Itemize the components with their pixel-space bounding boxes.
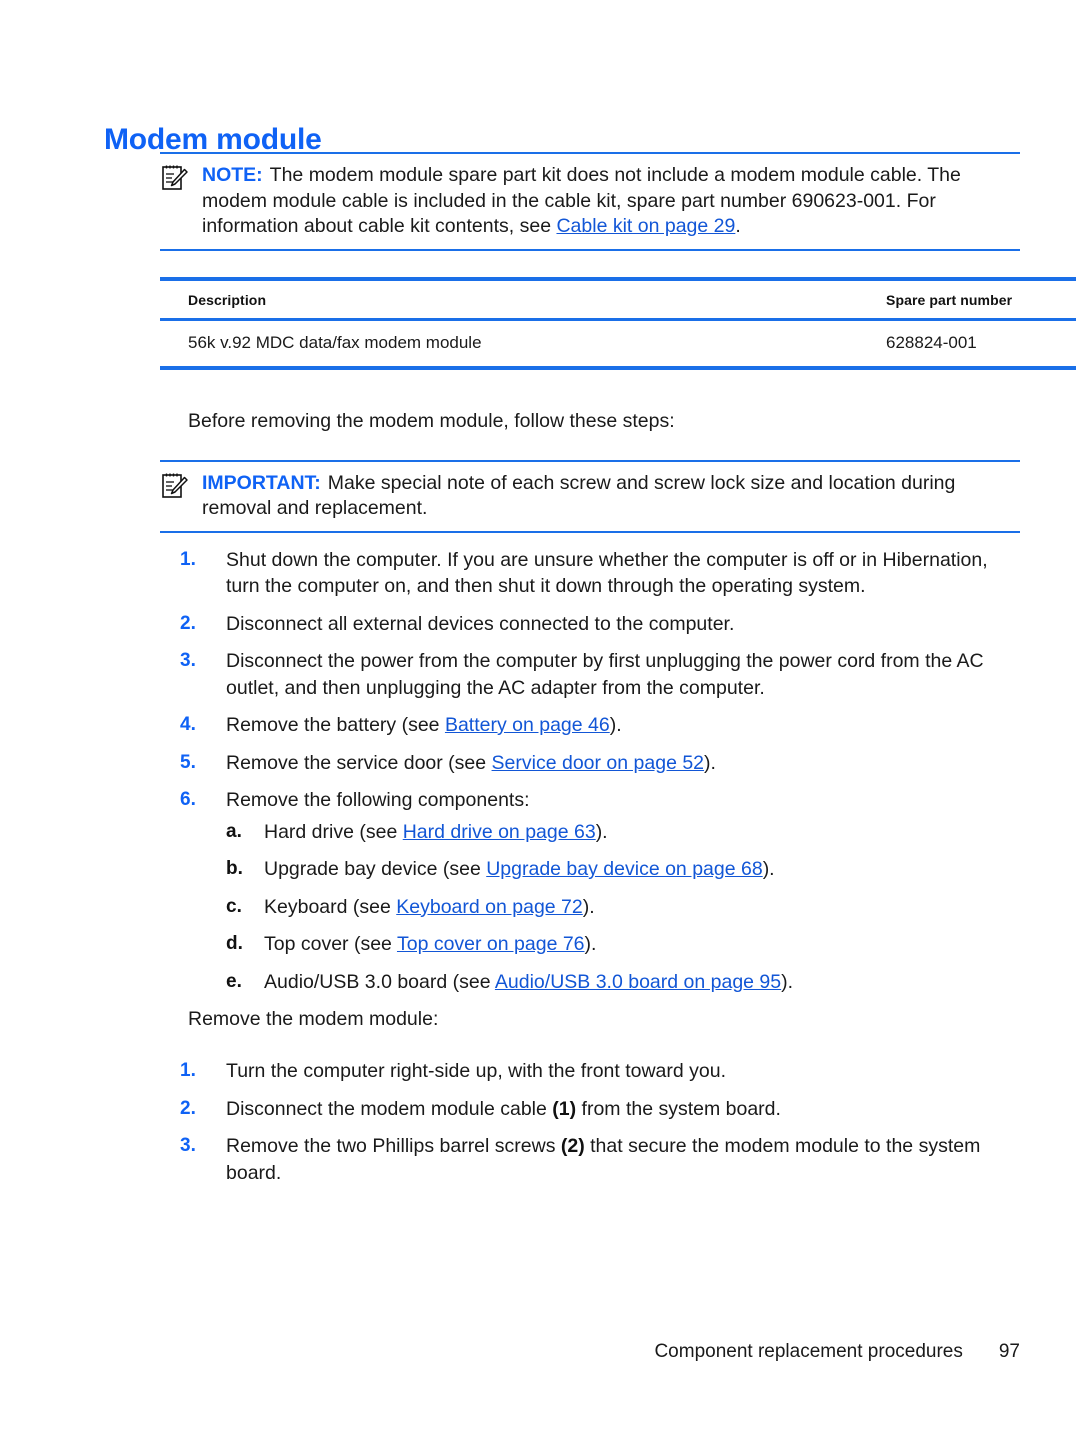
step-marker: 4. — [180, 714, 196, 735]
step-marker: 3. — [180, 1135, 196, 1156]
step-marker: 2. — [180, 1097, 196, 1119]
step-marker: 1. — [180, 548, 196, 570]
table-row: 56k v.92 MDC data/fax modem module 62882… — [160, 319, 1076, 370]
substep-text-before: Upgrade bay device (see — [264, 858, 487, 880]
step-marker: 1. — [180, 1060, 196, 1081]
substep-text-after: ). — [582, 895, 595, 918]
link-cable-kit[interactable]: Cable kit on page 29 — [556, 215, 735, 237]
components-substeps-list: a. Hard drive (see Hard drive on page 63… — [226, 819, 1020, 996]
list-item: d. Top cover (see Top cover on page 76). — [226, 931, 1020, 958]
footer-page-number: 97 — [998, 1341, 1020, 1362]
substep-text-after: ). — [762, 858, 775, 880]
list-item: 5. Remove the service door (see Service … — [160, 750, 1020, 777]
list-item: a. Hard drive (see Hard drive on page 63… — [226, 819, 1020, 846]
note-admonition: NOTE: The modem module spare part kit doe… — [160, 152, 1020, 251]
step-text-before: Disconnect the modem module cable — [226, 1097, 553, 1120]
list-item: b. Upgrade bay device (see Upgrade bay d… — [226, 856, 1020, 883]
step-text: Disconnect the power from the computer b… — [226, 650, 984, 699]
link-keyboard[interactable]: Keyboard on page 72 — [396, 896, 583, 918]
step-text-after: from the system board. — [576, 1097, 781, 1120]
note-text-part2: . — [735, 215, 741, 237]
step-text-before: Remove the battery (see — [226, 714, 445, 736]
list-item: 1. Shut down the computer. If you are un… — [160, 547, 1020, 600]
table-body: 56k v.92 MDC data/fax modem module 62882… — [160, 319, 1076, 370]
link-top-cover[interactable]: Top cover on page 76 — [397, 933, 585, 955]
cell-spare-part-number: 628824-001 — [858, 319, 1076, 370]
page-footer: Component replacement procedures 97 — [0, 1341, 1080, 1363]
link-battery[interactable]: Battery on page 46 — [445, 714, 610, 736]
step-text: Shut down the computer. If you are unsur… — [226, 548, 988, 598]
table-header-row: Description Spare part number — [160, 276, 1076, 321]
substep-marker: e. — [226, 970, 242, 992]
substep-text-after: ). — [595, 820, 608, 843]
substep-marker: c. — [226, 895, 242, 917]
note-pencil-icon — [160, 471, 190, 501]
step-text-after: ). — [704, 751, 716, 774]
list-item: 3. Remove the two Phillips barrel screws… — [160, 1133, 1020, 1186]
important-admonition: IMPORTANT: Make special note of each scre… — [160, 459, 1020, 533]
substep-text-before: Hard drive (see — [264, 820, 403, 843]
note-label: NOTE: — [202, 164, 263, 186]
substep-text-after: ). — [781, 970, 794, 993]
preparation-steps-list: 1. Shut down the computer. If you are un… — [160, 547, 1020, 996]
list-item: c. Keyboard (see Keyboard on page 72). — [226, 894, 1020, 921]
step-text: Disconnect all external devices connecte… — [226, 612, 735, 635]
link-audio-usb-board[interactable]: Audio/USB 3.0 board on page 95 — [495, 971, 781, 993]
column-header-description: Description — [160, 276, 858, 321]
substep-text-before: Keyboard (see — [264, 895, 397, 918]
footer-section-title: Component replacement procedures — [654, 1341, 963, 1362]
intro-paragraph: Before removing the modem module, follow… — [188, 409, 675, 432]
step-text-before: Remove the two Phillips barrel screws — [226, 1135, 561, 1157]
note-pencil-icon — [160, 163, 190, 193]
removal-intro-paragraph: Remove the modem module: — [188, 1008, 439, 1030]
step-marker: 2. — [180, 612, 196, 634]
list-item: 4. Remove the battery (see Battery on pa… — [160, 712, 1020, 739]
removal-steps-list: 1. Turn the computer right-side up, with… — [160, 1058, 1020, 1186]
important-body: IMPORTANT: Make special note of each scre… — [202, 471, 1020, 522]
substep-text-before: Audio/USB 3.0 board (see — [264, 970, 495, 993]
list-item: e. Audio/USB 3.0 board (see Audio/USB 3.… — [226, 969, 1020, 996]
substep-marker: d. — [226, 933, 243, 954]
table-head: Description Spare part number — [160, 276, 1076, 321]
list-item: 2. Disconnect all external devices conne… — [160, 611, 1020, 638]
link-upgrade-bay-device[interactable]: Upgrade bay device on page 68 — [486, 858, 762, 880]
step-marker: 6. — [180, 789, 196, 810]
step-marker: 3. — [180, 650, 196, 671]
step-text-before: Remove the service door (see — [226, 751, 492, 774]
callout-reference: (2) — [560, 1135, 585, 1157]
column-header-spare-part-number: Spare part number — [858, 276, 1076, 321]
callout-reference: (1) — [552, 1097, 577, 1120]
list-item: 6. Remove the following components: a. H… — [160, 787, 1020, 995]
substep-marker: a. — [226, 820, 242, 842]
important-label: IMPORTANT: — [202, 471, 321, 494]
cell-description: 56k v.92 MDC data/fax modem module — [160, 319, 858, 370]
document-content: NOTE: The modem module spare part kit doe… — [160, 152, 1076, 1197]
substep-text-after: ). — [584, 933, 597, 955]
link-service-door[interactable]: Service door on page 52 — [492, 752, 704, 774]
step-marker: 5. — [180, 751, 196, 773]
step-text: Remove the following components: — [226, 789, 530, 811]
document-page: Modem module NOTE:The modem module spar — [0, 0, 1080, 1437]
step-text-after: ). — [609, 714, 622, 736]
spare-parts-table: Description Spare part number 56k v.92 M… — [160, 276, 1076, 370]
substep-text-before: Top cover (see — [264, 933, 397, 955]
note-body: NOTE: The modem module spare part kit doe… — [202, 163, 1020, 240]
step-text: Turn the computer right-side up, with th… — [226, 1060, 727, 1082]
list-item: 2. Disconnect the modem module cable (1)… — [160, 1096, 1020, 1123]
list-item: 1. Turn the computer right-side up, with… — [160, 1058, 1020, 1085]
substep-marker: b. — [226, 858, 243, 879]
list-item: 3. Disconnect the power from the compute… — [160, 648, 1020, 701]
link-hard-drive[interactable]: Hard drive on page 63 — [403, 821, 596, 843]
